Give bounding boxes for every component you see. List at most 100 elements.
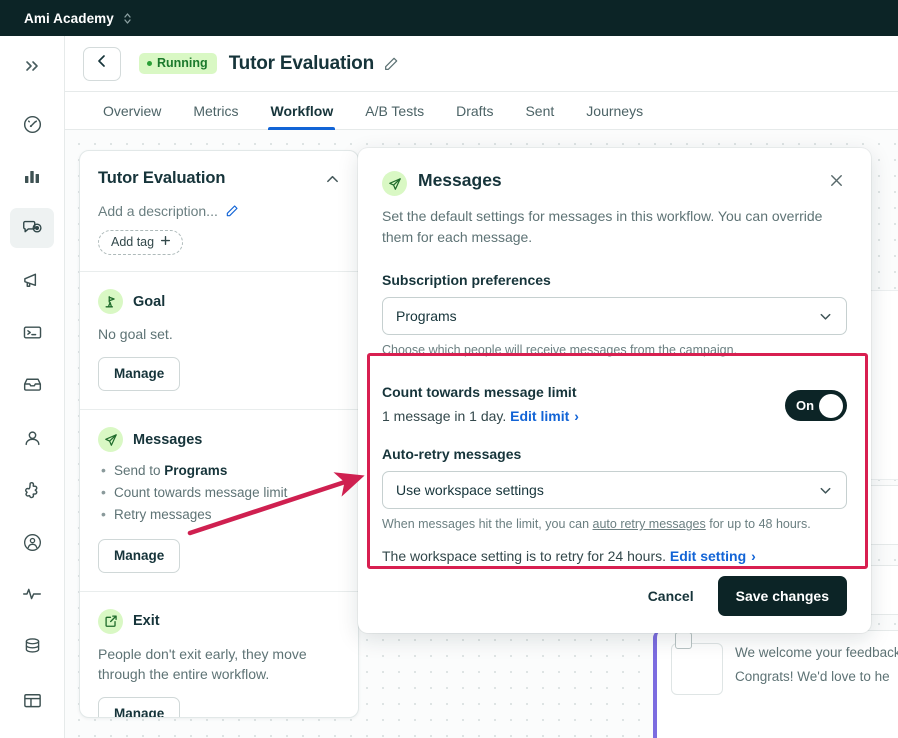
tab-metrics[interactable]: Metrics [177,103,254,129]
message-checkbox[interactable] [675,632,692,649]
chevron-updown-icon[interactable] [123,12,132,25]
message-preview: Congrats! We'd love to he [735,669,890,684]
subscription-select[interactable]: Programs [382,297,847,335]
edit-limit-link[interactable]: Edit limit [510,408,569,424]
chevron-right-icon: › [751,548,756,564]
modal-title: Messages [418,170,502,190]
sidebar-item-inbox[interactable] [10,364,54,404]
tab-overview[interactable]: Overview [87,103,177,129]
page-header: Running Tutor Evaluation [65,36,898,92]
section-title: Exit [133,613,160,630]
tab-sent[interactable]: Sent [509,103,570,129]
detail-section-messages: Messages Send to Programs Count towards … [80,409,358,591]
limit-summary: 1 message in 1 day. [382,408,507,424]
goal-status-text: No goal set. [98,326,173,342]
list-item: Count towards message limit [98,481,340,504]
toggle-knob [819,393,843,418]
message-thumbnail [671,643,723,695]
page-title: Tutor Evaluation [228,52,374,74]
toggle-state-label: On [796,398,815,413]
auto-retry-select[interactable]: Use workspace settings [382,471,847,509]
sidebar-item-broadcasts[interactable] [10,260,54,300]
modal-footer: Cancel Save changes [382,576,847,616]
auto-retry-help-link[interactable]: auto retry messages [593,517,706,531]
help-prefix: When messages hit the limit, you can [382,517,593,531]
sidebar-item-people[interactable] [10,418,54,458]
sidebar-item-expand[interactable] [10,46,54,86]
sidebar-item-developers[interactable] [10,312,54,352]
subscription-help: Choose which people will receive message… [382,343,847,357]
workspace-name: Ami Academy [24,10,114,26]
paper-plane-icon [382,171,407,196]
section-title: Goal [133,293,166,310]
status-label: Running [157,56,208,70]
tab-bar: Overview Metrics Workflow A/B Tests Draf… [65,92,898,130]
sidebar-item-activity[interactable] [10,574,54,614]
help-suffix: from the campaign. [626,343,738,357]
sidebar-item-data[interactable] [10,626,54,666]
help-suffix: for up to 48 hours. [705,517,811,531]
chevron-right-icon: › [574,408,579,424]
list-item: Send to Programs [98,459,340,482]
manage-exit-button[interactable]: Manage [98,697,181,717]
sidebar-item-analytics[interactable] [10,156,54,196]
subscription-value: Programs [396,308,457,324]
sidebar-item-segments[interactable] [10,522,54,562]
exit-arrow-icon [98,608,123,634]
chevron-up-icon[interactable] [325,169,340,192]
message-limit-subtext: 1 message in 1 day. Edit limit › [382,408,785,424]
goal-flag-icon [98,289,123,314]
edit-setting-link[interactable]: Edit setting [670,548,746,564]
add-tag-button[interactable]: Add tag [98,230,184,255]
section-title: Messages [133,431,203,448]
exit-description: People don't exit early, they move throu… [98,645,307,683]
sidebar-rail [0,36,65,738]
app-root: Ami Academy Running Tutor Evaluation Ove… [0,0,898,738]
modal-subtitle: Set the default settings for messages in… [382,208,823,245]
help-prefix: Choose [382,343,429,357]
tab-ab-tests[interactable]: A/B Tests [349,103,440,129]
subscription-help-link[interactable]: which people will receive messages [429,343,627,357]
workspace-note-text: The workspace setting is to retry for 24… [382,548,667,564]
detail-card-title: Tutor Evaluation [98,169,226,187]
message-subject: We welcome your feedback [735,645,898,660]
sidebar-item-campaigns[interactable] [10,208,54,248]
message-limit-title: Count towards message limit [382,384,577,400]
workflow-detail-card: Tutor Evaluation Add a description... Ad… [79,150,359,718]
description-placeholder[interactable]: Add a description... [98,203,218,219]
close-icon[interactable] [826,170,847,196]
subscription-label: Subscription preferences [382,272,551,288]
pencil-icon[interactable] [225,204,239,218]
workspace-setting-note: The workspace setting is to retry for 24… [382,548,847,564]
modal-header: Messages [382,170,847,196]
top-bar: Ami Academy [0,0,898,36]
plus-icon [160,235,171,249]
tab-workflow[interactable]: Workflow [254,103,349,130]
tab-journeys[interactable]: Journeys [570,103,659,129]
manage-messages-button[interactable]: Manage [98,538,181,573]
status-badge: Running [139,53,217,74]
message-limit-toggle[interactable]: On [785,390,847,421]
detail-card-header: Tutor Evaluation Add a description... Ad… [80,151,358,271]
pencil-icon[interactable] [383,56,399,72]
manage-goal-button[interactable]: Manage [98,357,181,392]
add-tag-label: Add tag [111,235,155,249]
status-dot-icon [147,60,152,66]
detail-section-goal: Goal No goal set. Manage [80,271,358,409]
chevron-down-icon [818,309,833,324]
chevron-left-icon [95,54,109,73]
auto-retry-value: Use workspace settings [396,482,544,498]
save-changes-button[interactable]: Save changes [717,576,847,616]
tab-drafts[interactable]: Drafts [440,103,509,129]
paper-plane-icon [98,427,123,453]
message-limit-row: Count towards message limit 1 message in… [382,384,847,424]
messages-settings-modal: Messages Set the default settings for me… [358,148,871,633]
sidebar-item-dashboard[interactable] [10,104,54,144]
sidebar-item-integrations[interactable] [10,470,54,510]
detail-section-exit: Exit People don't exit early, they move … [80,590,358,717]
chevron-down-icon [818,483,833,498]
sidebar-item-layouts[interactable] [10,680,54,720]
back-button[interactable] [83,46,121,81]
auto-retry-label: Auto-retry messages [382,446,522,462]
cancel-button[interactable]: Cancel [634,578,708,614]
